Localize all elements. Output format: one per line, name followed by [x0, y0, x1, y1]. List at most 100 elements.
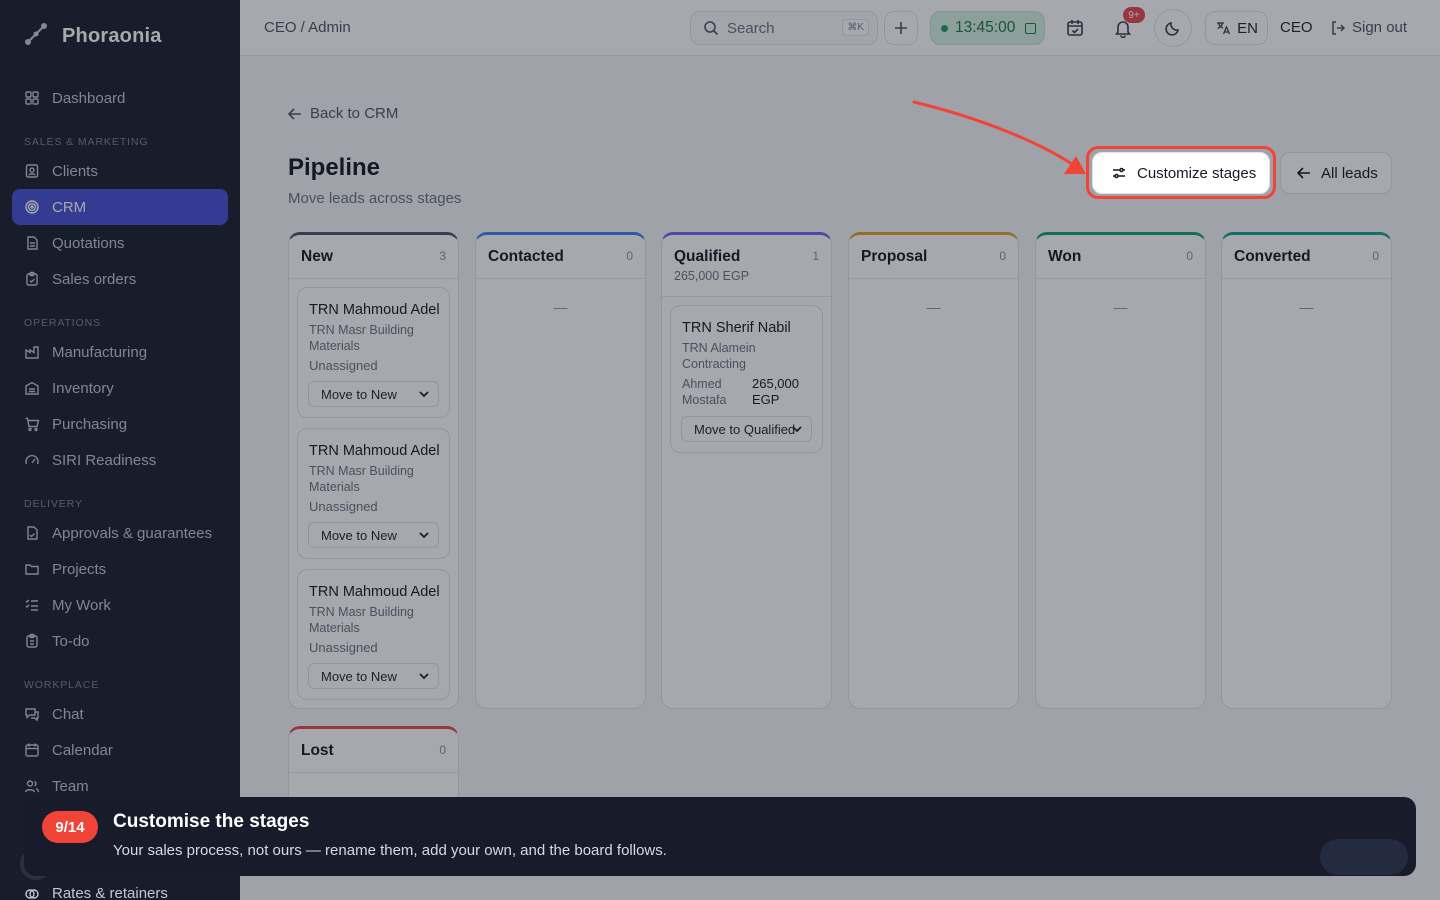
stage-header: Proposal 0: [849, 235, 1018, 279]
sidebar: Phoraonia Dashboard SALES & MARKETING Cl…: [0, 0, 240, 900]
all-leads-button[interactable]: All leads: [1280, 152, 1392, 194]
chevron-down-icon: [419, 532, 429, 539]
chevron-down-icon: [419, 673, 429, 680]
sidebar-item-dashboard[interactable]: Dashboard: [12, 80, 228, 116]
sidebar-item-label: Quotations: [52, 234, 125, 252]
calendar-check-icon: [1067, 20, 1083, 36]
tour-next-button[interactable]: [1320, 839, 1408, 875]
move-stage-select[interactable]: Move to New: [308, 522, 439, 548]
tour-step-counter: 9/14: [42, 811, 98, 843]
back-to-crm-link[interactable]: Back to CRM: [288, 105, 398, 122]
chevron-down-icon: [419, 391, 429, 398]
contact-card-icon: [25, 164, 39, 178]
breadcrumb[interactable]: CEO / Admin: [264, 19, 351, 36]
stage-title: Qualified: [674, 248, 741, 265]
sidebar-item-inventory[interactable]: Inventory: [12, 370, 228, 406]
select-value: Move to Qualified: [694, 421, 796, 437]
lead-title: TRN Sherif Nabil: [682, 320, 791, 336]
lead-card[interactable]: TRN Sherif Nabil TRN Alamein Contracting…: [670, 305, 823, 453]
sidebar-item-todo[interactable]: To-do: [12, 623, 228, 659]
sidebar-item-quotations[interactable]: Quotations: [12, 225, 228, 261]
sidebar-item-purchasing[interactable]: Purchasing: [12, 406, 228, 442]
clipboard-check-icon: [26, 271, 38, 286]
search-shortcut: ⌘K: [842, 19, 869, 36]
brand[interactable]: Phoraonia: [22, 22, 162, 50]
select-value: Move to New: [321, 386, 397, 402]
users-icon: [24, 780, 40, 793]
signout-button[interactable]: Sign out: [1330, 19, 1407, 36]
section-label-operations: OPERATIONS: [24, 317, 102, 329]
sidebar-item-label: SIRI Readiness: [52, 451, 157, 469]
arrow-left-icon: [1297, 167, 1310, 179]
factory-icon: [25, 346, 39, 359]
sidebar-item-manufacturing[interactable]: Manufacturing: [12, 334, 228, 370]
back-label: Back to CRM: [310, 105, 399, 122]
sidebar-item-calendar[interactable]: Calendar: [12, 732, 228, 768]
move-stage-select[interactable]: Move to Qualified: [681, 416, 812, 442]
chat-icon: [25, 708, 39, 722]
sidebar-item-label: Purchasing: [52, 415, 128, 433]
file-check-icon: [27, 526, 38, 540]
lead-company: TRN Masr Building Materials: [309, 605, 414, 635]
sidebar-item-label: Dashboard: [52, 89, 126, 107]
move-stage-select[interactable]: Move to New: [308, 663, 439, 689]
theme-toggle[interactable]: [1154, 9, 1192, 47]
deal-amount: 265,000 EGP: [752, 376, 799, 407]
translate-icon: [1217, 22, 1231, 35]
sidebar-item-label: Inventory: [52, 379, 114, 397]
stage-header: New 3: [289, 235, 458, 279]
stage-header: Lost 0: [289, 729, 458, 773]
stage-header: Qualified 1 265,000 EGP: [662, 235, 831, 297]
empty-placeholder: —: [926, 299, 941, 315]
sidebar-item-label: Team: [52, 777, 89, 795]
language-switcher[interactable]: EN: [1205, 11, 1268, 45]
stage-count: 0: [626, 249, 633, 263]
lead-card[interactable]: TRN Mahmoud Adel TRN Masr Building Mater…: [297, 428, 450, 559]
sidebar-item-siri-readiness[interactable]: SIRI Readiness: [12, 442, 228, 478]
sidebar-item-chat[interactable]: Chat: [12, 696, 228, 732]
sidebar-item-approvals[interactable]: Approvals & guarantees: [12, 515, 228, 551]
time-tracker[interactable]: 13:45:00: [930, 11, 1045, 45]
tour-pointer-arrow-icon: [912, 100, 1086, 174]
move-stage-select[interactable]: Move to New: [308, 381, 439, 407]
warehouse-icon: [25, 381, 39, 395]
tour-coachmark: 9/14 Customise the stages Your sales pro…: [24, 797, 1416, 876]
clipboard-icon: [26, 633, 38, 648]
recording-dot-icon: [941, 24, 948, 32]
stage-column-qualified: Qualified 1 265,000 EGP TRN Sherif Nabil…: [661, 232, 832, 709]
grid-icon: [25, 91, 39, 105]
lead-card[interactable]: TRN Mahmoud Adel TRN Masr Building Mater…: [297, 569, 450, 700]
sidebar-item-crm[interactable]: CRM: [12, 189, 228, 225]
sidebar-item-my-work[interactable]: My Work: [12, 587, 228, 623]
plus-icon: [895, 22, 907, 34]
calendar-button[interactable]: [1058, 11, 1092, 45]
search-input[interactable]: Search ⌘K: [690, 11, 878, 45]
sidebar-item-label: Approvals & guarantees: [52, 524, 213, 542]
stop-icon[interactable]: [1025, 22, 1037, 34]
sidebar-item-projects[interactable]: Projects: [12, 551, 228, 587]
page-title: Pipeline: [288, 154, 381, 181]
signout-label: Sign out: [1352, 19, 1408, 36]
stage-title: New: [301, 248, 333, 265]
language-label: EN: [1237, 19, 1258, 37]
sidebar-item-label: To-do: [52, 632, 90, 650]
stage-count: 0: [1372, 249, 1379, 263]
lead-company: TRN Masr Building Materials: [309, 464, 414, 494]
stage-header: Converted 0: [1222, 235, 1391, 279]
sidebar-item-clients[interactable]: Clients: [12, 153, 228, 189]
sidebar-item-sales-orders[interactable]: Sales orders: [12, 261, 228, 297]
tour-body: Your sales process, not ours — rename th…: [113, 842, 667, 859]
sidebar-item-rates[interactable]: Rates & retainers: [24, 885, 168, 900]
select-value: Move to New: [321, 668, 397, 684]
sidebar-item-label: Calendar: [52, 741, 113, 759]
stage-header: Won 0: [1036, 235, 1205, 279]
sidebar-item-label: Sales orders: [52, 270, 137, 288]
stage-total: 265,000 EGP: [674, 269, 750, 283]
sidebar-item-label: CRM: [52, 198, 87, 216]
role-label[interactable]: CEO: [1280, 19, 1313, 36]
add-button[interactable]: [884, 11, 918, 45]
stage-count: 0: [439, 743, 446, 757]
lead-card[interactable]: TRN Mahmoud Adel TRN Masr Building Mater…: [297, 287, 450, 418]
stage-count: 3: [439, 249, 446, 263]
sidebar-item-label: Clients: [52, 162, 98, 180]
